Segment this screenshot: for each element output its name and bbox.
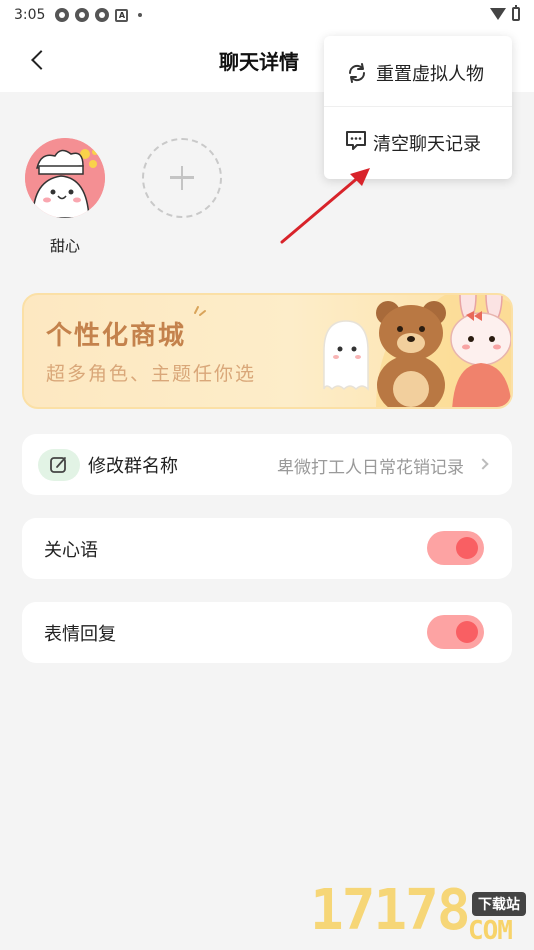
more-options-menu: 重置虚拟人物 清空聊天记录	[324, 36, 512, 179]
watermark-number: 17178	[310, 878, 471, 943]
group-name-label: 修改群名称	[88, 456, 178, 477]
group-name-value: 卑微打工人日常花销记录	[277, 458, 464, 478]
care-words-toggle[interactable]	[427, 531, 484, 565]
battery-icon	[512, 5, 520, 21]
add-member-button[interactable]	[142, 138, 222, 218]
member-item[interactable]: 甜心	[25, 138, 105, 256]
menu-item-reset-character[interactable]: 重置虚拟人物	[324, 36, 512, 106]
menu-item-label: 清空聊天记录	[373, 134, 481, 155]
site-watermark: 17178 下载站 COM	[308, 878, 534, 950]
group-name-row[interactable]: 修改群名称 卑微打工人日常花销记录	[22, 434, 512, 495]
care-words-row: 关心语	[22, 518, 512, 579]
menu-item-label: 重置虚拟人物	[376, 64, 484, 85]
app-notification-icon	[75, 8, 90, 22]
app-notification-icon	[55, 8, 70, 22]
status-bar: 3:05 A	[0, 0, 534, 30]
toggle-knob	[456, 537, 478, 559]
refresh-icon	[348, 63, 366, 83]
sparkle-icon	[194, 306, 206, 316]
emoji-reply-toggle[interactable]	[427, 615, 484, 649]
menu-divider	[324, 106, 512, 107]
toggle-knob	[456, 621, 478, 643]
more-notifications-icon	[138, 13, 143, 17]
care-words-label: 关心语	[44, 540, 98, 561]
banner-subtitle: 超多角色、主题任你选	[46, 363, 257, 385]
wifi-icon	[490, 8, 506, 20]
emoji-reply-row: 表情回复	[22, 602, 512, 663]
a-notification-icon: A	[115, 8, 129, 22]
chef-character-icon	[25, 138, 105, 218]
edit-icon	[38, 449, 80, 481]
emoji-reply-label: 表情回复	[44, 624, 116, 645]
chat-bubble-icon	[346, 131, 366, 150]
watermark-suffix: COM	[468, 916, 513, 946]
notification-icons: A	[55, 8, 143, 22]
chevron-right-icon	[477, 458, 489, 470]
app-notification-icon	[95, 8, 110, 22]
shop-banner[interactable]: 个性化商城 超多角色、主题任你选	[22, 293, 513, 409]
status-time: 3:05	[14, 7, 46, 23]
annotation-arrow-icon	[280, 168, 370, 244]
banner-title: 个性化商城	[46, 321, 187, 351]
watermark-badge: 下载站	[472, 892, 526, 916]
avatar[interactable]	[25, 138, 105, 218]
mascots-illustration	[323, 295, 511, 407]
member-name: 甜心	[49, 237, 80, 255]
